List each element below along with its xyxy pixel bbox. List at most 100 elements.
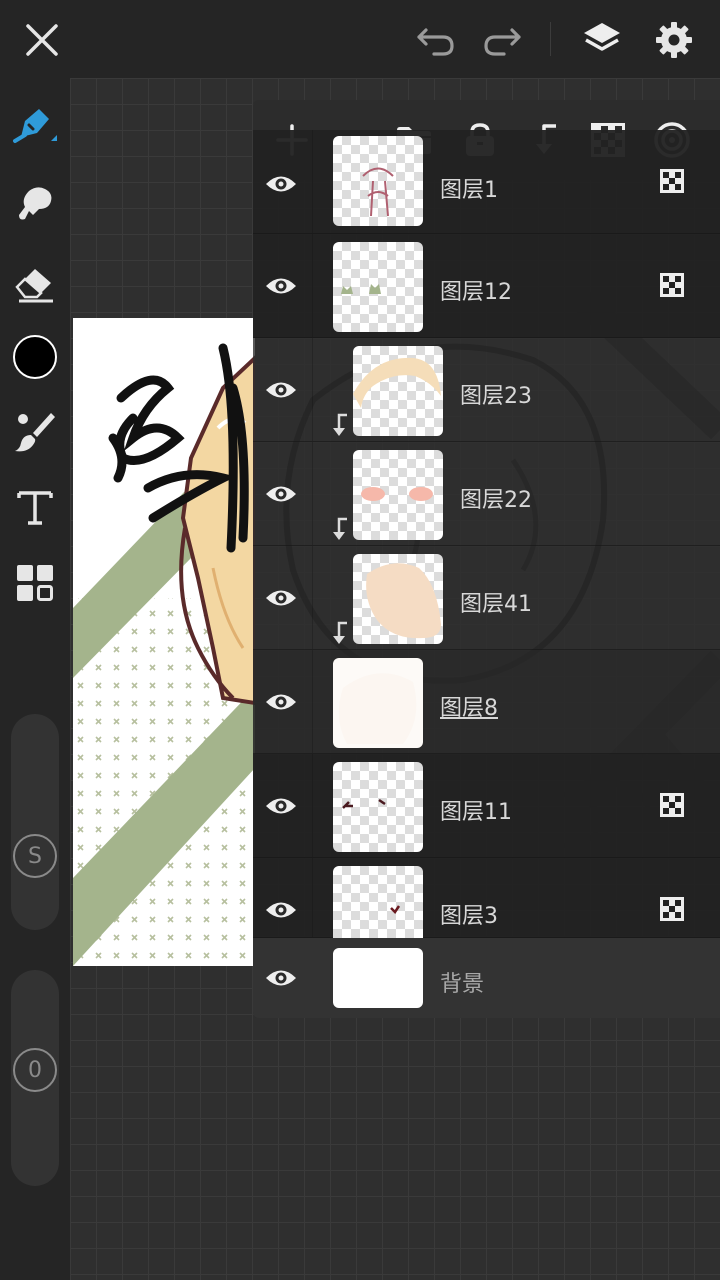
visibility-toggle[interactable] — [261, 578, 301, 618]
layer-name: 图层3 — [440, 904, 498, 929]
layer-row[interactable]: 图层1 — [253, 130, 720, 234]
eraser-icon — [15, 269, 53, 303]
layer-name: 背景 — [440, 972, 485, 997]
pen-tool[interactable] — [8, 98, 62, 152]
row-divider — [312, 442, 313, 545]
layer-row[interactable]: 图层11 — [253, 754, 720, 858]
gallery-icon — [17, 565, 53, 601]
thumbnail-art — [338, 673, 417, 744]
visibility-toggle[interactable] — [261, 164, 301, 204]
toolbar-divider — [550, 22, 551, 56]
artwork-canvas[interactable] — [73, 318, 255, 966]
background-layer-row[interactable]: 背景 — [253, 938, 720, 1018]
alpha-lock-icon — [660, 793, 684, 817]
pen-icon — [13, 109, 57, 143]
eraser-tool[interactable] — [8, 256, 62, 310]
text-tool[interactable] — [8, 480, 62, 534]
layer-thumbnail — [353, 554, 443, 644]
layers-icon — [584, 23, 620, 51]
color-picker[interactable] — [8, 330, 62, 384]
settings-icon — [656, 22, 692, 58]
row-divider — [312, 650, 313, 753]
eye-icon — [266, 798, 296, 814]
eye-icon — [266, 970, 296, 986]
visibility-toggle[interactable] — [261, 682, 301, 722]
eye-icon — [266, 382, 296, 398]
top-bar — [0, 0, 720, 78]
close-icon — [26, 24, 58, 56]
visibility-toggle[interactable] — [261, 266, 301, 306]
alpha-lock-icon — [660, 169, 684, 193]
alpha-lock-icon — [660, 897, 684, 921]
eye-icon — [266, 694, 296, 710]
row-divider — [312, 234, 313, 337]
smudge-icon — [19, 187, 52, 220]
opacity-slider[interactable]: 0 — [11, 970, 59, 1186]
layer-thumbnail — [333, 866, 423, 938]
thumbnail-art — [342, 798, 386, 809]
layer-name: 图层1 — [440, 178, 498, 203]
layer-name: 图层22 — [460, 488, 532, 513]
layer-row[interactable]: 图层8 — [253, 650, 720, 754]
layer-name: 图层23 — [460, 384, 532, 409]
undo-button[interactable] — [408, 12, 464, 68]
alpha-lock-indicator[interactable] — [657, 790, 687, 820]
thumbnail-art — [366, 563, 441, 639]
layer-thumbnail — [333, 762, 423, 852]
text-icon — [17, 491, 53, 525]
alpha-lock-indicator[interactable] — [657, 166, 687, 196]
layer-thumbnail — [333, 136, 423, 226]
layer-thumbnail — [333, 242, 423, 332]
tool-sidebar: S 0 — [0, 78, 70, 1280]
layer-row[interactable]: 图层41 — [253, 546, 720, 650]
alpha-lock-indicator[interactable] — [657, 270, 687, 300]
visibility-toggle[interactable] — [261, 370, 301, 410]
thumbnail-art — [390, 905, 401, 914]
row-divider — [312, 130, 313, 233]
layer-row[interactable]: 图层23 — [253, 338, 720, 442]
smudge-tool[interactable] — [8, 178, 62, 232]
visibility-toggle[interactable] — [261, 474, 301, 514]
settings-button[interactable] — [646, 12, 702, 68]
thumbnail-art — [341, 284, 381, 294]
alpha-lock-icon — [660, 273, 684, 297]
visibility-toggle[interactable] — [261, 958, 301, 998]
clip-indicator-icon — [333, 621, 347, 644]
eye-icon — [266, 590, 296, 606]
eye-icon — [266, 278, 296, 294]
thumbnail-art — [362, 167, 394, 217]
brush-size-slider[interactable]: S — [11, 714, 59, 930]
brush-size-knob[interactable]: S — [13, 834, 57, 878]
alpha-lock-indicator[interactable] — [657, 894, 687, 924]
clip-indicator-icon — [333, 413, 347, 436]
app-root: S 0 图层1 图层12 图层23 图层22 图层41 图层8 图层11 图层3… — [0, 0, 720, 1280]
undo-icon — [417, 28, 454, 56]
brush-settings-tool[interactable] — [8, 404, 62, 458]
artwork-drawing — [73, 343, 255, 966]
layer-row[interactable]: 图层3 — [253, 858, 720, 938]
visibility-toggle[interactable] — [261, 890, 301, 930]
thumbnail-art — [353, 357, 441, 408]
layer-name: 图层11 — [440, 800, 512, 825]
layer-thumbnail — [353, 346, 443, 436]
layer-panel: 图层1 图层12 图层23 图层22 图层41 图层8 图层11 图层3 背景 — [253, 100, 720, 1018]
clip-indicator-icon — [333, 517, 347, 540]
layer-row[interactable]: 图层12 — [253, 234, 720, 338]
layers-button[interactable] — [574, 12, 630, 68]
row-divider — [312, 338, 313, 441]
redo-icon — [484, 28, 521, 56]
layer-thumbnail — [353, 450, 443, 540]
row-divider — [312, 754, 313, 857]
layer-row[interactable]: 图层22 — [253, 442, 720, 546]
opacity-knob[interactable]: 0 — [13, 1048, 57, 1092]
layer-name: 图层41 — [460, 592, 532, 617]
visibility-toggle[interactable] — [261, 786, 301, 826]
layer-name: 图层12 — [440, 280, 512, 305]
redo-button[interactable] — [474, 12, 530, 68]
eye-icon — [266, 486, 296, 502]
thumbnail-art — [361, 487, 433, 501]
gallery-tool[interactable] — [8, 556, 62, 610]
background-color-swatch[interactable] — [333, 948, 423, 1008]
row-divider — [312, 546, 313, 649]
close-button[interactable] — [14, 12, 70, 68]
